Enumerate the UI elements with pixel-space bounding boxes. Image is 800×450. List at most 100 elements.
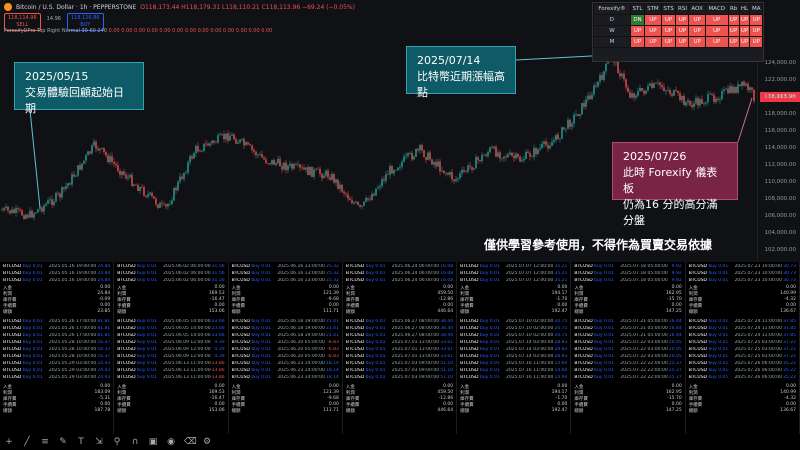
trade-row[interactable]: BTCUSD buy 0.01 2025.05.16 19:00:00 24.84 (3, 278, 110, 284)
trade-row[interactable]: BTCUSD buy 0.01 2025.07.16 11:00:00 14.60 (460, 361, 567, 367)
trade-row[interactable]: BTCUSD buy 0.01 2025.05.26 17:00:00 81.81 (3, 333, 110, 339)
trade-row[interactable]: BTCUSD buy 0.01 2025.07.26 06:00:00 35.22 (689, 368, 796, 374)
trade-row[interactable]: BTCUSD buy 0.01 2025.06.13 11:00:00 -13.86 (117, 375, 224, 381)
trade-row[interactable]: BTCUSD buy 0.01 2025.07.23 10:00:00 30.73 (689, 278, 796, 284)
trade-row[interactable]: BTCUSD buy 0.01 2025.06.24 06:00:00 16.08 (346, 264, 453, 270)
trade-row[interactable]: BTCUSD buy 0.01 2025.06.16 13:00:00 25.32 (232, 264, 339, 270)
zoom-icon[interactable]: ⚲ (112, 437, 122, 447)
brush-icon[interactable]: ✎ (58, 437, 68, 447)
trade-row[interactable]: BTCUSD buy 0.01 2025.07.07 12:00:00 35.21 (460, 278, 567, 284)
trade-row[interactable]: BTCUSD buy 0.01 2025.07.18 05:00:00 9.92 (574, 264, 681, 270)
trade-panel[interactable]: BTCUSD buy 0.01 2025.07.18 05:00:00 9.92 BT… (571, 262, 686, 434)
trade-row[interactable]: BTCUSD buy 0.01 2025.07.22 22:00:00 25.37 (574, 361, 681, 367)
trade-row[interactable]: BTCUSD buy 0.01 2025.06.18 19:00:00 21.41 (232, 333, 339, 339)
trade-panel[interactable]: BTCUSD buy 0.01 2025.05.16 19:00:00 24.84 B… (0, 262, 115, 434)
trade-row[interactable]: BTCUSD buy 0.01 2025.06.27 08:00:00 38.44 (346, 326, 453, 332)
trade-row[interactable]: BTCUSD buy 0.01 2025.06.16 13:00:00 25.32 (232, 278, 339, 284)
trade-row[interactable]: BTCUSD buy 0.01 2025.06.23 14:00:00 18.14 (232, 361, 339, 367)
trade-row[interactable]: BTCUSD buy 0.01 2025.07.22 22:00:00 25.37 (574, 368, 681, 374)
trade-row[interactable]: BTCUSD buy 0.01 2025.07.24 11:00:00 37.85 (689, 326, 796, 332)
indicator-legend[interactable]: ForexifyDPro Top Right Normal 30 60 240 … (4, 28, 272, 34)
trade-panel[interactable]: BTCUSD buy 0.01 2025.06.16 13:00:00 25.32 B… (229, 262, 343, 434)
trade-row[interactable]: BTCUSD buy 0.01 2025.07.24 11:00:00 37.85 (689, 319, 796, 325)
trade-row[interactable]: BTCUSD buy 0.01 2025.07.01 13:00:00 33.61 (346, 354, 453, 360)
trade-row[interactable]: BTCUSD buy 0.01 2025.07.23 10:00:00 30.73 (689, 271, 796, 277)
trade-row[interactable]: BTCUSD buy 0.01 2025.06.24 06:00:00 16.08 (346, 278, 453, 284)
magnet-icon[interactable]: ∩ (130, 437, 140, 447)
trade-panel[interactable]: BTCUSD buy 0.01 2025.07.07 12:00:00 35.21 B… (457, 262, 572, 434)
trade-row[interactable]: BTCUSD buy 0.01 2025.07.07 12:00:00 35.21 (460, 271, 567, 277)
trade-row[interactable]: BTCUSD buy 0.01 2025.06.20 05:00:00 -6.83 (232, 354, 339, 360)
text-icon[interactable]: T (76, 437, 86, 447)
trade-row[interactable]: BTCUSD buy 0.01 2025.06.05 14:00:00 23.66 (117, 326, 224, 332)
trade-row[interactable]: BTCUSD buy 0.01 2025.05.29 03:00:00 24.43 (3, 368, 110, 374)
trade-row[interactable]: BTCUSD buy 0.01 2025.06.23 14:00:00 18.14 (232, 375, 339, 381)
trade-row[interactable]: BTCUSD buy 0.01 2025.07.07 12:00:00 35.21 (460, 264, 567, 270)
trade-row[interactable]: BTCUSD buy 0.01 2025.05.16 19:00:00 24.84 (3, 264, 110, 270)
trade-row[interactable]: BTCUSD buy 0.01 2025.05.28 10:00:00 16.37 (3, 340, 110, 346)
trade-row[interactable]: BTCUSD buy 0.01 2025.07.21 05:00:00 16.44 (574, 326, 681, 332)
trade-row[interactable]: BTCUSD buy 0.01 2025.05.16 19:00:00 24.84 (3, 271, 110, 277)
trade-row[interactable]: BTCUSD buy 0.01 2025.06.20 05:00:00 -6.83 (232, 347, 339, 353)
trade-row[interactable]: BTCUSD buy 0.01 2025.06.09 12:00:00 4.39 (117, 347, 224, 353)
lock-icon[interactable]: ▣ (148, 437, 158, 447)
trade-row[interactable]: BTCUSD buy 0.01 2025.07.14 03:00:00 28.83 (460, 347, 567, 353)
trade-row[interactable]: BTCUSD buy 0.01 2025.07.16 11:00:00 14.60 (460, 375, 567, 381)
trade-row[interactable]: BTCUSD buy 0.01 2025.07.10 02:00:00 20.75 (460, 333, 567, 339)
trade-row[interactable]: BTCUSD buy 0.01 2025.07.03 09:00:00 51.10 (346, 361, 453, 367)
trade-row[interactable]: BTCUSD buy 0.01 2025.07.10 02:00:00 20.75 (460, 319, 567, 325)
trade-row[interactable]: BTCUSD buy 0.01 2025.07.21 05:00:00 16.44 (574, 319, 681, 325)
trend-line-icon[interactable]: ╱ (22, 437, 32, 447)
trade-row[interactable]: BTCUSD buy 0.01 2025.07.01 13:00:00 33.61 (346, 347, 453, 353)
trade-row[interactable]: BTCUSD buy 0.01 2025.06.13 11:00:00 -13.86 (117, 361, 224, 367)
trade-row[interactable]: BTCUSD buy 0.01 2025.07.22 22:00:00 25.37 (574, 375, 681, 381)
trade-panel[interactable]: BTCUSD buy 0.01 2025.07.23 10:00:00 30.73 B… (686, 262, 800, 434)
trade-row[interactable]: BTCUSD buy 0.01 2025.07.24 11:00:00 37.85 (689, 333, 796, 339)
trade-row[interactable]: BTCUSD buy 0.01 2025.05.28 10:00:00 16.37 (3, 354, 110, 360)
trade-row[interactable]: BTCUSD buy 0.01 2025.06.24 06:00:00 16.08 (346, 271, 453, 277)
trade-row[interactable]: BTCUSD buy 0.01 2025.07.18 05:00:00 9.92 (574, 278, 681, 284)
fib-icon[interactable]: ≡ (40, 437, 50, 447)
trade-row[interactable]: BTCUSD buy 0.01 2025.06.27 08:00:00 38.44 (346, 319, 453, 325)
trade-row[interactable]: BTCUSD buy 0.01 2025.07.03 09:00:00 51.10 (346, 375, 453, 381)
trade-row[interactable]: BTCUSD buy 0.01 2025.07.01 13:00:00 33.61 (346, 340, 453, 346)
trade-panel[interactable]: BTCUSD buy 0.01 2025.06.02 06:00:00 31.56 B… (114, 262, 229, 434)
trade-row[interactable]: BTCUSD buy 0.01 2025.07.18 05:00:00 9.92 (574, 271, 681, 277)
measure-icon[interactable]: ⇲ (94, 437, 104, 447)
trade-row[interactable]: BTCUSD buy 0.01 2025.07.22 03:00:00 20.05 (574, 340, 681, 346)
trade-row[interactable]: BTCUSD buy 0.01 2025.07.16 11:00:00 14.60 (460, 368, 567, 374)
trade-row[interactable]: BTCUSD buy 0.01 2025.06.09 12:00:00 4.39 (117, 354, 224, 360)
trade-row[interactable]: BTCUSD buy 0.01 2025.06.18 19:00:00 21.41 (232, 326, 339, 332)
trade-row[interactable]: BTCUSD buy 0.01 2025.07.25 03:00:00 37.22 (689, 347, 796, 353)
trade-panel[interactable]: BTCUSD buy 0.01 2025.06.24 06:00:00 16.08 B… (343, 262, 458, 434)
trade-row[interactable]: BTCUSD buy 0.01 2025.06.05 14:00:00 23.66 (117, 333, 224, 339)
trash-icon[interactable]: ⌫ (184, 437, 197, 447)
trade-row[interactable]: BTCUSD buy 0.01 2025.06.18 19:00:00 21.41 (232, 319, 339, 325)
trade-row[interactable]: BTCUSD buy 0.01 2025.07.26 06:00:00 35.22 (689, 375, 796, 381)
trade-row[interactable]: BTCUSD buy 0.01 2025.06.16 13:00:00 25.32 (232, 271, 339, 277)
trade-row[interactable]: BTCUSD buy 0.01 2025.07.21 05:00:00 16.44 (574, 333, 681, 339)
trade-row[interactable]: BTCUSD buy 0.01 2025.07.03 09:00:00 51.10 (346, 368, 453, 374)
trade-row[interactable]: BTCUSD buy 0.01 2025.07.22 03:00:00 20.05 (574, 347, 681, 353)
trade-row[interactable]: BTCUSD buy 0.01 2025.05.29 03:00:00 24.43 (3, 361, 110, 367)
trade-row[interactable]: BTCUSD buy 0.01 2025.07.14 03:00:00 28.83 (460, 354, 567, 360)
trade-row[interactable]: BTCUSD buy 0.01 2025.07.26 06:00:00 35.22 (689, 361, 796, 367)
trade-row[interactable]: BTCUSD buy 0.01 2025.06.13 11:00:00 -13.86 (117, 368, 224, 374)
trade-row[interactable]: BTCUSD buy 0.01 2025.05.28 10:00:00 16.37 (3, 347, 110, 353)
trade-row[interactable]: BTCUSD buy 0.01 2025.06.02 06:00:00 31.56 (117, 278, 224, 284)
trade-row[interactable]: BTCUSD buy 0.01 2025.06.23 14:00:00 18.14 (232, 368, 339, 374)
trade-row[interactable]: BTCUSD buy 0.01 2025.05.26 17:00:00 81.81 (3, 319, 110, 325)
trade-row[interactable]: BTCUSD buy 0.01 2025.06.02 06:00:00 31.56 (117, 271, 224, 277)
trade-row[interactable]: BTCUSD buy 0.01 2025.06.27 08:00:00 38.44 (346, 333, 453, 339)
trade-row[interactable]: BTCUSD buy 0.01 2025.07.25 03:00:00 37.22 (689, 354, 796, 360)
trade-row[interactable]: BTCUSD buy 0.01 2025.07.22 03:00:00 20.05 (574, 354, 681, 360)
trade-row[interactable]: BTCUSD buy 0.01 2025.05.29 03:00:00 24.43 (3, 375, 110, 381)
trade-row[interactable]: BTCUSD buy 0.01 2025.07.25 03:00:00 37.22 (689, 340, 796, 346)
trade-row[interactable]: BTCUSD buy 0.01 2025.07.10 02:00:00 20.75 (460, 326, 567, 332)
trade-row[interactable]: BTCUSD buy 0.01 2025.06.09 12:00:00 4.39 (117, 340, 224, 346)
trade-row[interactable]: BTCUSD buy 0.01 2025.06.20 05:00:00 -6.83 (232, 340, 339, 346)
crosshair-icon[interactable]: + (4, 437, 14, 447)
trade-row[interactable]: BTCUSD buy 0.01 2025.06.02 06:00:00 31.56 (117, 264, 224, 270)
trade-row[interactable]: BTCUSD buy 0.01 2025.07.23 10:00:00 30.73 (689, 264, 796, 270)
trade-row[interactable]: BTCUSD buy 0.01 2025.06.05 14:00:00 23.66 (117, 319, 224, 325)
